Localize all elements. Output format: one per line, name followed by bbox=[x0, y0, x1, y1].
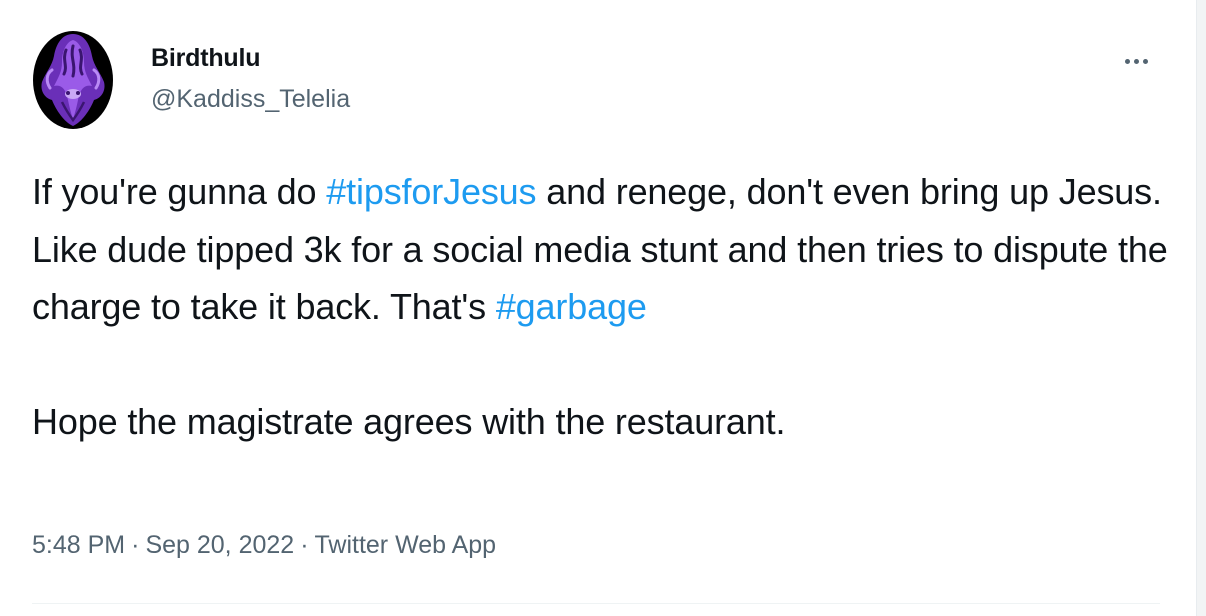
tweet-time[interactable]: 5:48 PM bbox=[32, 531, 125, 559]
tweet-paragraph-2: Hope the magistrate agrees with the rest… bbox=[32, 401, 786, 442]
avatar[interactable] bbox=[32, 30, 114, 130]
meta-separator: · bbox=[300, 531, 309, 559]
tweet-date[interactable]: Sep 20, 2022 bbox=[145, 531, 294, 559]
meta-separator: · bbox=[131, 531, 140, 559]
user-handle[interactable]: @Kaddiss_Telelia bbox=[151, 85, 350, 114]
more-options-button[interactable] bbox=[1118, 46, 1154, 76]
ellipsis-icon bbox=[1142, 58, 1148, 64]
scroll-edge bbox=[1196, 0, 1206, 616]
display-name[interactable]: Birdthulu bbox=[151, 44, 260, 73]
tweet-source[interactable]: Twitter Web App bbox=[315, 531, 497, 559]
hashtag-link-tipsforjesus[interactable]: #tipsforJesus bbox=[326, 171, 536, 212]
ellipsis-icon bbox=[1133, 58, 1139, 64]
ellipsis-icon bbox=[1124, 58, 1130, 64]
tweet-paragraph-1: If you're gunna do #tipsforJesus and ren… bbox=[32, 163, 1182, 336]
tweet-meta: 5:48 PM · Sep 20, 2022 · Twitter Web App bbox=[32, 531, 496, 560]
tweet-text: If you're gunna do #tipsforJesus and ren… bbox=[32, 163, 1182, 451]
divider bbox=[32, 603, 1160, 604]
tweet-text-segment: If you're gunna do bbox=[32, 171, 327, 212]
tweet-card: Birdthulu @Kaddiss_Telelia If you're gun… bbox=[0, 0, 1197, 616]
hashtag-link-garbage[interactable]: #garbage bbox=[496, 286, 647, 327]
